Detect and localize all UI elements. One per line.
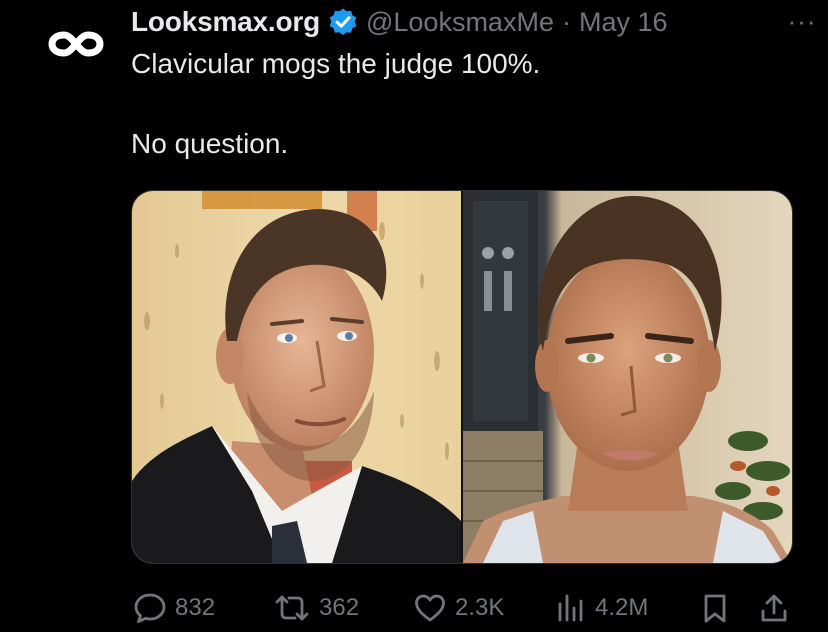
more-options-button[interactable]: ···	[780, 6, 824, 36]
verified-badge-icon	[328, 7, 358, 37]
repost-icon	[275, 595, 309, 621]
share-icon	[761, 594, 787, 622]
infinity-logo-icon	[48, 31, 104, 57]
views-icon	[558, 594, 583, 622]
display-name[interactable]: Looksmax.org	[131, 6, 320, 38]
reply-count: 832	[175, 594, 216, 621]
tweet[interactable]: Looksmax.org @LooksmaxMe · May 16 ··· Cl…	[0, 0, 828, 632]
repost-count: 362	[319, 594, 360, 621]
share-button[interactable]	[759, 588, 789, 628]
repost-button[interactable]: 362	[273, 588, 359, 628]
young-man-photo[interactable]	[463, 191, 792, 563]
handle[interactable]: @LooksmaxMe	[366, 7, 554, 38]
more-icon: ···	[787, 5, 817, 36]
tweet-text-line: No question.	[131, 128, 289, 159]
avatar[interactable]	[36, 14, 116, 74]
tweet-text-line: Clavicular mogs the judge 100%.	[131, 48, 541, 79]
bookmark-icon	[704, 594, 726, 623]
separator-dot: ·	[561, 6, 571, 37]
reply-button[interactable]: 832	[133, 588, 215, 628]
action-bar: 832 362 2.3K 4.2M	[131, 588, 791, 628]
tweet-header: Looksmax.org @LooksmaxMe · May 16	[131, 2, 808, 42]
media-grid	[131, 190, 793, 564]
tweet-text: Clavicular mogs the judge 100%. No quest…	[131, 44, 791, 164]
reply-icon	[134, 593, 166, 623]
bookmark-button[interactable]	[701, 588, 729, 628]
judge-photo[interactable]	[132, 191, 461, 563]
tweet-date[interactable]: May 16	[579, 7, 668, 38]
like-icon	[415, 594, 445, 622]
like-button[interactable]: 2.3K	[413, 588, 504, 628]
views-button[interactable]: 4.2M	[555, 588, 648, 628]
like-count: 2.3K	[455, 594, 505, 621]
views-count: 4.2M	[595, 594, 649, 621]
